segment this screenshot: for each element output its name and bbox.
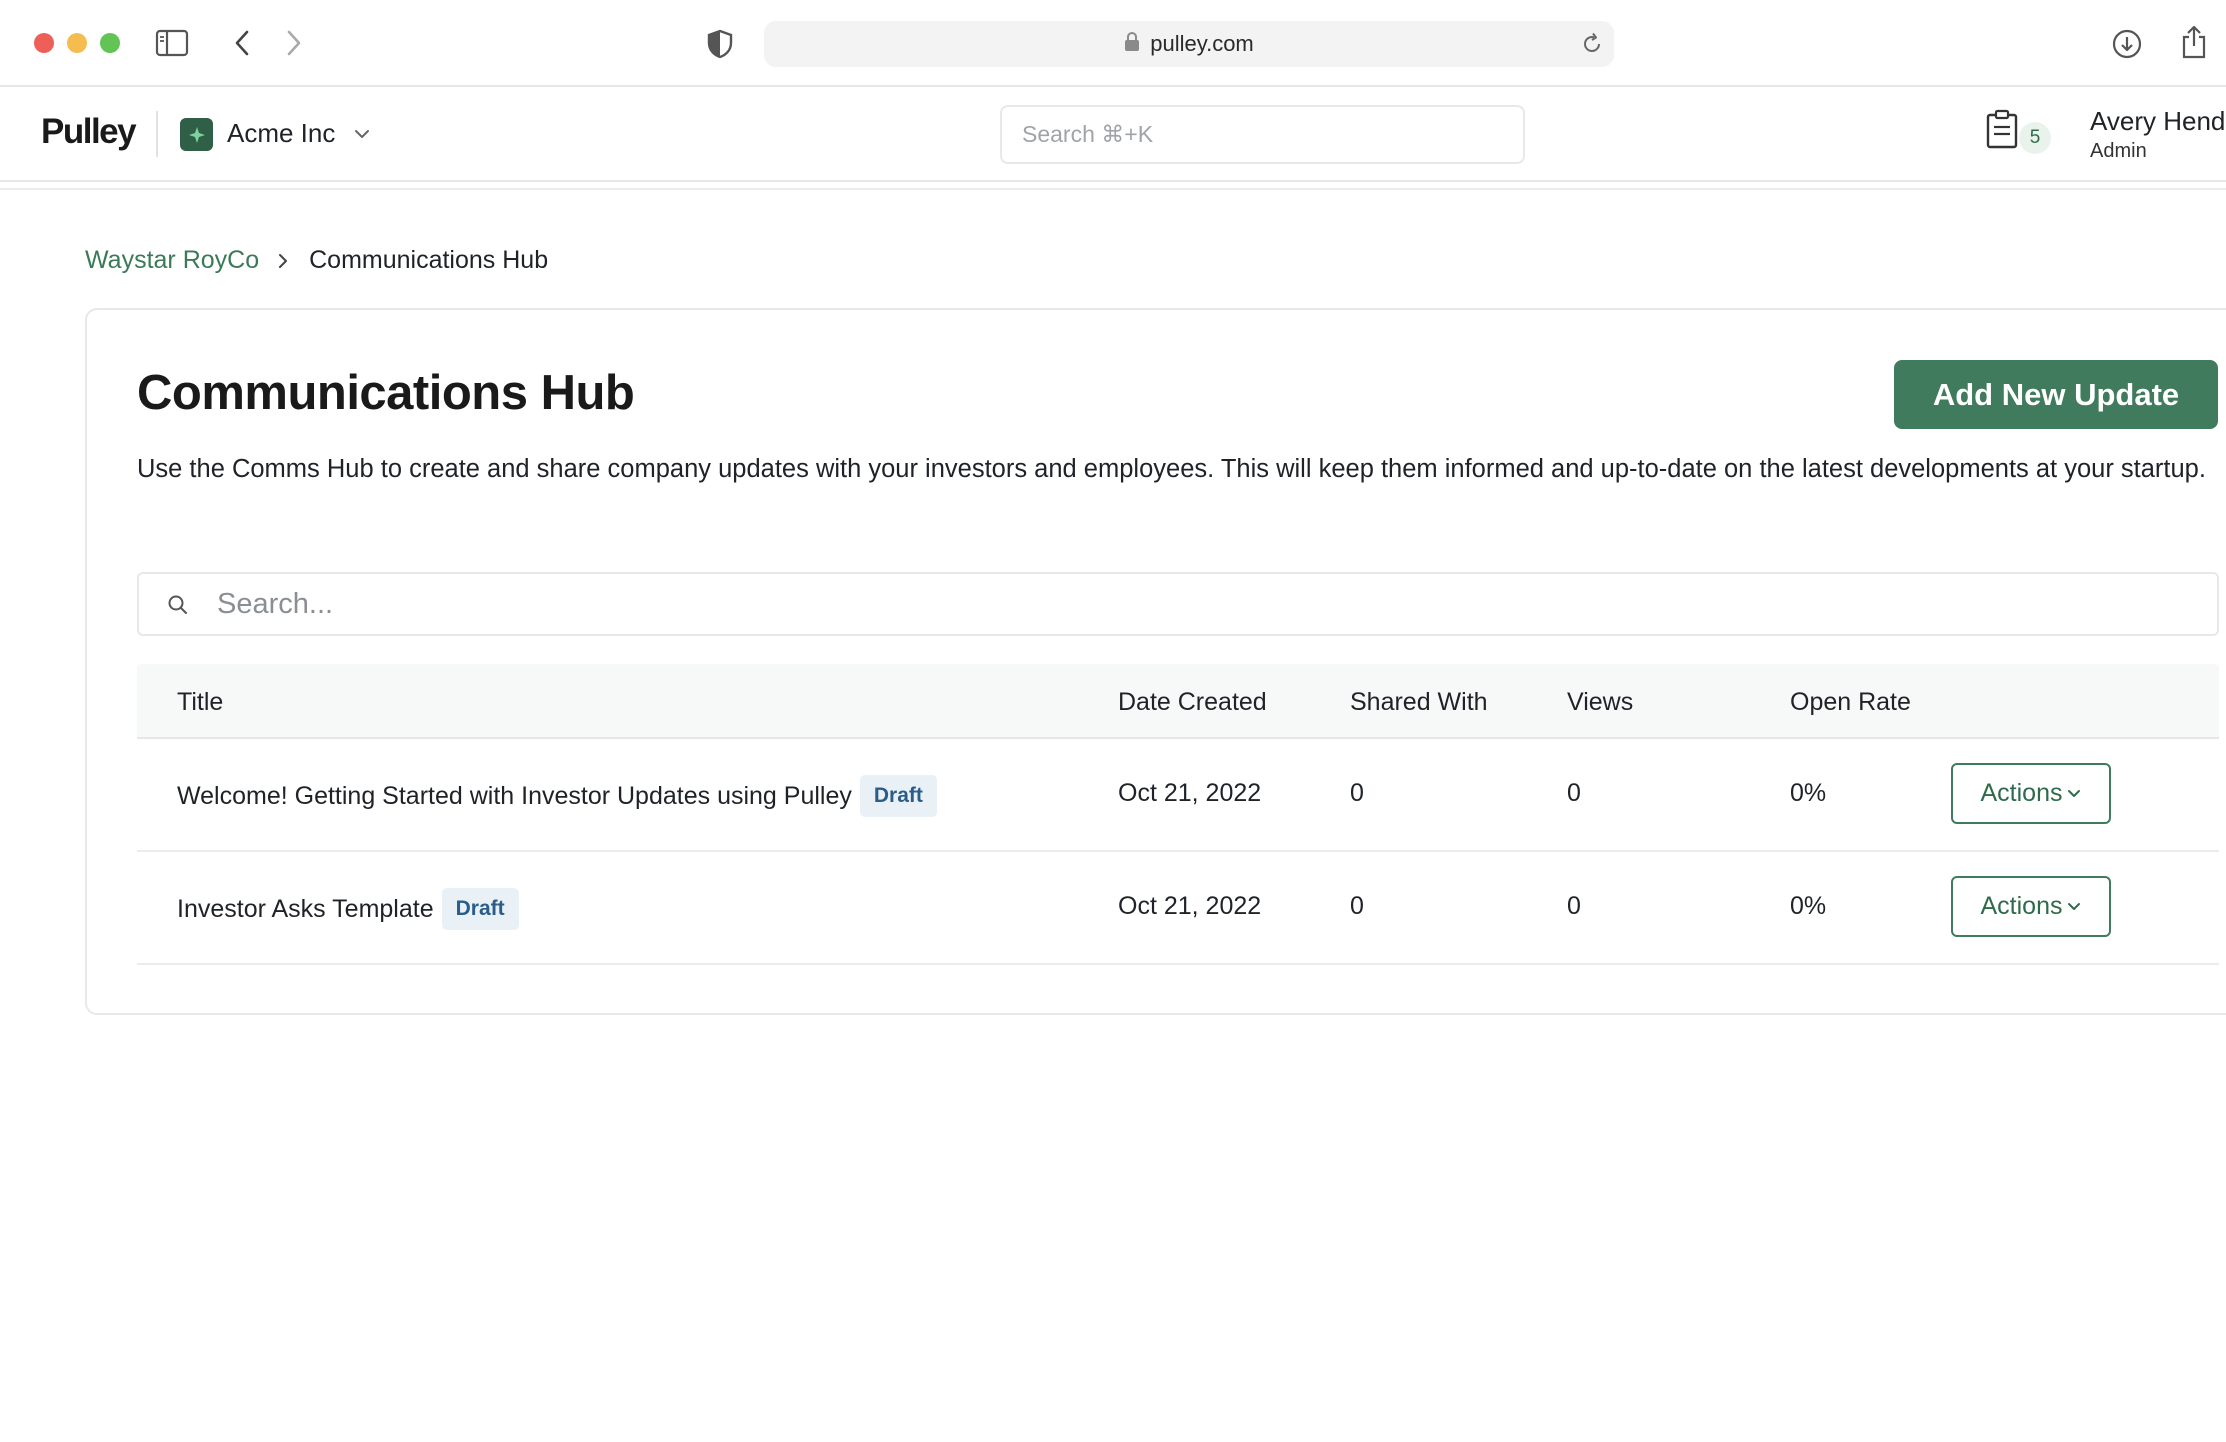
updates-table: Title Date Created Shared With Views Ope…: [137, 664, 2219, 965]
status-badge: Draft: [441, 888, 519, 930]
table-header: Title Date Created Shared With Views Ope…: [137, 664, 2219, 739]
updates-search-input[interactable]: [217, 582, 2197, 626]
download-icon[interactable]: [2111, 28, 2143, 60]
breadcrumb-current: Communications Hub: [309, 246, 549, 274]
user-name[interactable]: Avery Hend: [2090, 106, 2225, 137]
org-logo-icon[interactable]: [180, 118, 213, 151]
url-text: pulley.com: [1150, 31, 1254, 56]
lock-icon: [1124, 31, 1140, 57]
chevron-left-icon[interactable]: [232, 28, 252, 58]
tasks-count-badge[interactable]: 5: [2019, 122, 2051, 154]
share-icon[interactable]: [2180, 24, 2208, 60]
column-header-date-created[interactable]: Date Created: [1118, 688, 1267, 717]
user-role: Admin: [2090, 140, 2147, 162]
clipboard-icon[interactable]: [1985, 109, 2019, 154]
column-header-title[interactable]: Title: [177, 688, 223, 717]
column-header-open-rate[interactable]: Open Rate: [1790, 688, 1911, 717]
org-switcher-label[interactable]: Acme Inc: [227, 118, 335, 149]
column-header-views[interactable]: Views: [1567, 688, 1633, 717]
reload-icon[interactable]: [1580, 32, 1604, 61]
actions-label: Actions: [1980, 892, 2063, 920]
add-new-update-button[interactable]: Add New Update: [1894, 360, 2218, 429]
status-badge: Draft: [859, 775, 937, 817]
row-title-cell[interactable]: Investor Asks Template Draft: [177, 888, 519, 930]
chevron-right-icon[interactable]: [284, 28, 304, 58]
chevron-down-icon: [2068, 902, 2081, 910]
search-icon: [167, 594, 189, 621]
views-count: 0: [1567, 779, 1581, 807]
breadcrumb-link-company[interactable]: Waystar RoyCo: [85, 246, 259, 275]
chevron-right-icon: [277, 252, 289, 270]
actions-dropdown-button[interactable]: Actions: [1951, 876, 2111, 937]
window-close-button[interactable]: [34, 33, 54, 53]
window-zoom-button[interactable]: [100, 33, 120, 53]
views-count: 0: [1567, 892, 1581, 920]
shield-icon[interactable]: [706, 29, 734, 59]
header-divider: [156, 111, 158, 157]
pulley-logo[interactable]: Pulley: [41, 112, 137, 152]
comms-hub-card: Communications Hub Add New Update Use th…: [85, 308, 2226, 1015]
header-shadow-divider: [0, 182, 2226, 190]
table-row[interactable]: Welcome! Getting Started with Investor U…: [137, 739, 2219, 852]
actions-label: Actions: [1980, 779, 2063, 807]
date-created: Oct 21, 2022: [1118, 779, 1262, 807]
chevron-down-icon: [2068, 789, 2081, 797]
sidebar-icon[interactable]: [155, 29, 189, 57]
shared-with-count: 0: [1350, 779, 1364, 807]
chevron-down-icon[interactable]: [353, 127, 371, 145]
global-search-input[interactable]: [1000, 105, 1525, 164]
breadcrumb: Waystar RoyCo Communications Hub: [85, 246, 548, 275]
date-created: Oct 21, 2022: [1118, 892, 1262, 920]
browser-toolbar: pulley.com: [0, 0, 2226, 87]
row-title-cell[interactable]: Welcome! Getting Started with Investor U…: [177, 775, 937, 817]
table-row[interactable]: Investor Asks Template Draft Oct 21, 202…: [137, 852, 2219, 965]
app-header: Pulley Acme Inc 5 Avery Hend Admin: [0, 87, 2226, 182]
updates-search-box[interactable]: [137, 572, 2219, 636]
window-minimize-button[interactable]: [67, 33, 87, 53]
actions-dropdown-button[interactable]: Actions: [1951, 763, 2111, 824]
open-rate: 0%: [1790, 779, 1827, 807]
open-rate: 0%: [1790, 892, 1827, 920]
address-bar[interactable]: pulley.com: [764, 21, 1614, 67]
update-title[interactable]: Welcome! Getting Started with Investor U…: [177, 782, 852, 811]
shared-with-count: 0: [1350, 892, 1364, 920]
page-title: Communications Hub: [137, 366, 635, 420]
update-title[interactable]: Investor Asks Template: [177, 895, 434, 924]
column-header-shared-with[interactable]: Shared With: [1350, 688, 1488, 717]
page-description: Use the Comms Hub to create and share co…: [137, 455, 2206, 483]
